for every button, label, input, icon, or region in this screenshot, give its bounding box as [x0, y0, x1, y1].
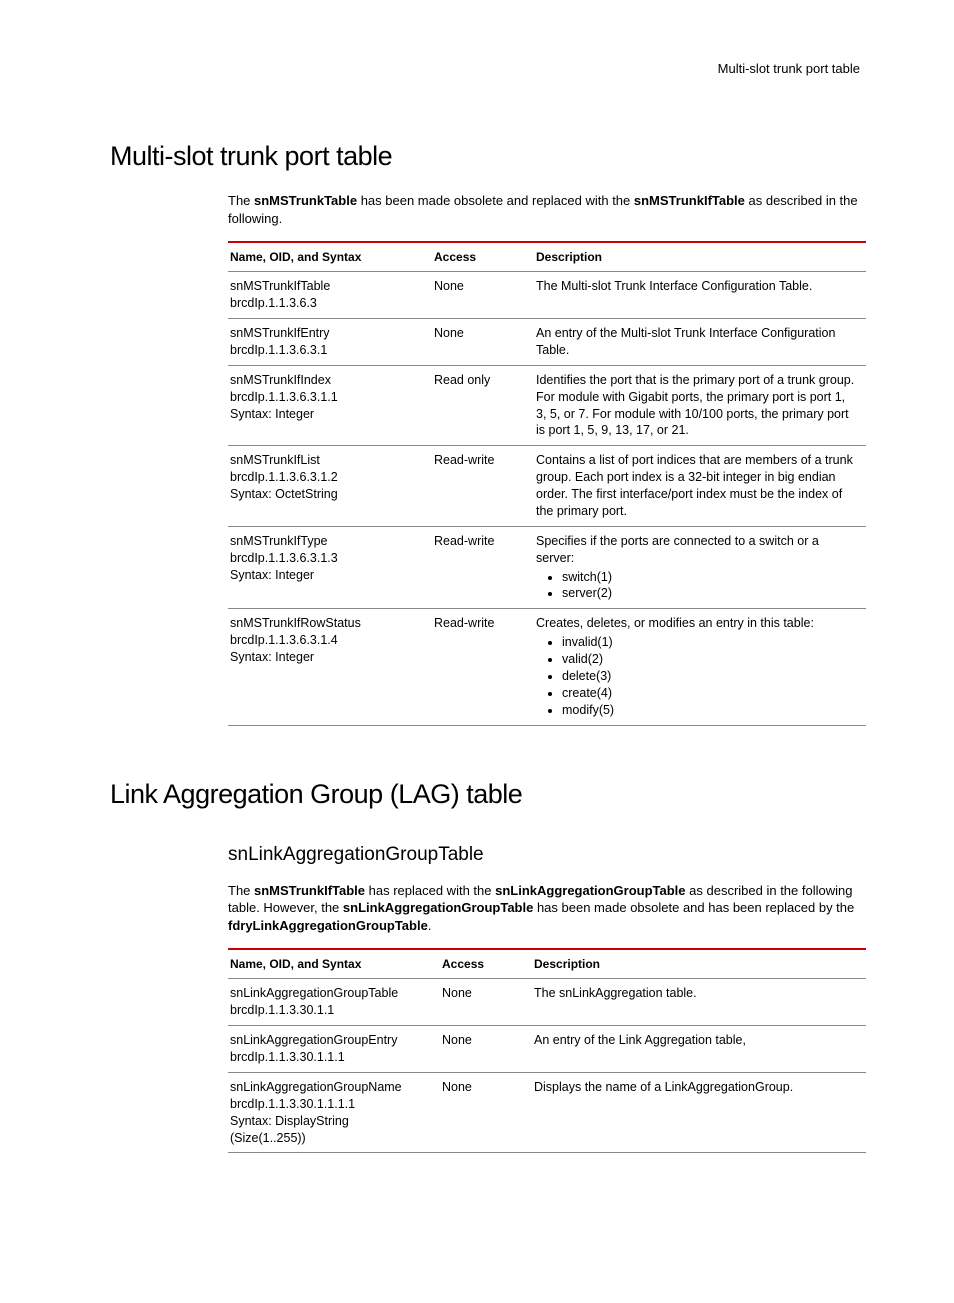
heading-lag-table: Link Aggregation Group (LAG) table [110, 776, 864, 812]
list-item: create(4) [562, 685, 856, 702]
intro-bold2: snMSTrunkIfTable [634, 193, 745, 208]
table-row: snMSTrunkIfIndex brcdIp.1.1.3.6.3.1.1 Sy… [228, 365, 866, 446]
bold: snLinkAggregationGroupTable [343, 900, 533, 915]
text: has replaced with the [365, 883, 495, 898]
intro-bold1: snMSTrunkTable [254, 193, 357, 208]
section-multi-slot-trunk: Multi-slot trunk port table The snMSTrun… [110, 138, 864, 726]
table-row: snLinkAggregationGroupName brcdIp.1.1.3.… [228, 1072, 866, 1153]
col-access: Access [432, 242, 534, 272]
description-lead: Specifies if the ports are connected to … [536, 534, 819, 565]
oid-name: snMSTrunkIfEntry [230, 325, 422, 342]
oid-value: brcdIp.1.1.3.6.3.1.3 [230, 550, 422, 567]
oid-name: snLinkAggregationGroupName [230, 1079, 430, 1096]
oid-name: snLinkAggregationGroupEntry [230, 1032, 430, 1049]
access-value: None [432, 272, 534, 319]
oid-value: brcdIp.1.1.3.6.3.1.2 [230, 469, 422, 486]
intro-text: has been made obsolete and replaced with… [357, 193, 634, 208]
lag-subsection: snLinkAggregationGroupTable The snMSTrun… [228, 842, 864, 934]
description-value: Identifies the port that is the primary … [534, 365, 866, 446]
oid-value: brcdIp.1.1.3.30.1.1.1.1 [230, 1096, 430, 1113]
description-value: The Multi-slot Trunk Interface Configura… [534, 272, 866, 319]
oid-name: snMSTrunkIfList [230, 452, 422, 469]
col-description: Description [532, 949, 866, 979]
access-value: Read-write [432, 609, 534, 725]
access-value: None [440, 979, 532, 1026]
table-row: snMSTrunkIfType brcdIp.1.1.3.6.3.1.3 Syn… [228, 526, 866, 609]
bold: fdryLinkAggregationGroupTable [228, 918, 428, 933]
description-value: Displays the name of a LinkAggregationGr… [532, 1072, 866, 1153]
description-value: An entry of the Multi-slot Trunk Interfa… [534, 319, 866, 366]
text: has been made obsolete and has been repl… [533, 900, 854, 915]
oid-syntax: Syntax: Integer [230, 649, 422, 666]
oid-syntax: Syntax: Integer [230, 406, 422, 423]
description-value: An entry of the Link Aggregation table, [532, 1026, 866, 1073]
oid-value: brcdIp.1.1.3.6.3.1.4 [230, 632, 422, 649]
list-item: server(2) [562, 585, 856, 602]
list-item: modify(5) [562, 702, 856, 719]
description-lead: Creates, deletes, or modifies an entry i… [536, 616, 814, 630]
description-value: Contains a list of port indices that are… [534, 446, 866, 527]
oid-name: snMSTrunkIfType [230, 533, 422, 550]
bold: snLinkAggregationGroupTable [495, 883, 685, 898]
heading-multi-slot-trunk: Multi-slot trunk port table [110, 138, 864, 174]
access-value: Read only [432, 365, 534, 446]
table-row: snLinkAggregationGroupTable brcdIp.1.1.3… [228, 979, 866, 1026]
table-row: snMSTrunkIfTable brcdIp.1.1.3.6.3 None T… [228, 272, 866, 319]
list-item: delete(3) [562, 668, 856, 685]
description-list: switch(1) server(2) [536, 569, 856, 603]
col-description: Description [534, 242, 866, 272]
oid-syntax: Syntax: DisplayString [230, 1113, 430, 1130]
oid-size: (Size(1..255)) [230, 1130, 430, 1147]
oid-value: brcdIp.1.1.3.6.3.1 [230, 342, 422, 359]
oid-name: snMSTrunkIfTable [230, 278, 422, 295]
bold: snMSTrunkIfTable [254, 883, 365, 898]
table-row: snLinkAggregationGroupEntry brcdIp.1.1.3… [228, 1026, 866, 1073]
oid-name: snMSTrunkIfRowStatus [230, 615, 422, 632]
description-value: The snLinkAggregation table. [532, 979, 866, 1026]
col-name-oid-syntax: Name, OID, and Syntax [228, 242, 432, 272]
col-name-oid-syntax: Name, OID, and Syntax [228, 949, 440, 979]
list-item: invalid(1) [562, 634, 856, 651]
section-lag-table: Link Aggregation Group (LAG) table snLin… [110, 776, 864, 1154]
breadcrumb: Multi-slot trunk port table [110, 60, 864, 78]
table-row: snMSTrunkIfRowStatus brcdIp.1.1.3.6.3.1.… [228, 609, 866, 725]
intro-paragraph-1: The snMSTrunkTable has been made obsolet… [228, 192, 864, 227]
description-list: invalid(1) valid(2) delete(3) create(4) … [536, 634, 856, 718]
intro-text: The [228, 193, 254, 208]
text: The [228, 883, 254, 898]
intro-paragraph-2: The snMSTrunkIfTable has replaced with t… [228, 882, 864, 935]
oid-value: brcdIp.1.1.3.6.3 [230, 295, 422, 312]
col-access: Access [440, 949, 532, 979]
list-item: valid(2) [562, 651, 856, 668]
lag-table: Name, OID, and Syntax Access Description… [228, 948, 866, 1153]
oid-syntax: Syntax: Integer [230, 567, 422, 584]
access-value: None [440, 1072, 532, 1153]
access-value: Read-write [432, 526, 534, 609]
access-value: None [440, 1026, 532, 1073]
oid-value: brcdIp.1.1.3.30.1.1 [230, 1002, 430, 1019]
oid-syntax: Syntax: OctetString [230, 486, 422, 503]
table-row: snMSTrunkIfEntry brcdIp.1.1.3.6.3.1 None… [228, 319, 866, 366]
oid-value: brcdIp.1.1.3.6.3.1.1 [230, 389, 422, 406]
text: . [428, 918, 432, 933]
list-item: switch(1) [562, 569, 856, 586]
subheading-snlink: snLinkAggregationGroupTable [228, 842, 864, 868]
table-row: snMSTrunkIfList brcdIp.1.1.3.6.3.1.2 Syn… [228, 446, 866, 527]
oid-name: snMSTrunkIfIndex [230, 372, 422, 389]
access-value: None [432, 319, 534, 366]
oid-name: snLinkAggregationGroupTable [230, 985, 430, 1002]
mstrunk-table: Name, OID, and Syntax Access Description… [228, 241, 866, 725]
oid-value: brcdIp.1.1.3.30.1.1.1 [230, 1049, 430, 1066]
access-value: Read-write [432, 446, 534, 527]
